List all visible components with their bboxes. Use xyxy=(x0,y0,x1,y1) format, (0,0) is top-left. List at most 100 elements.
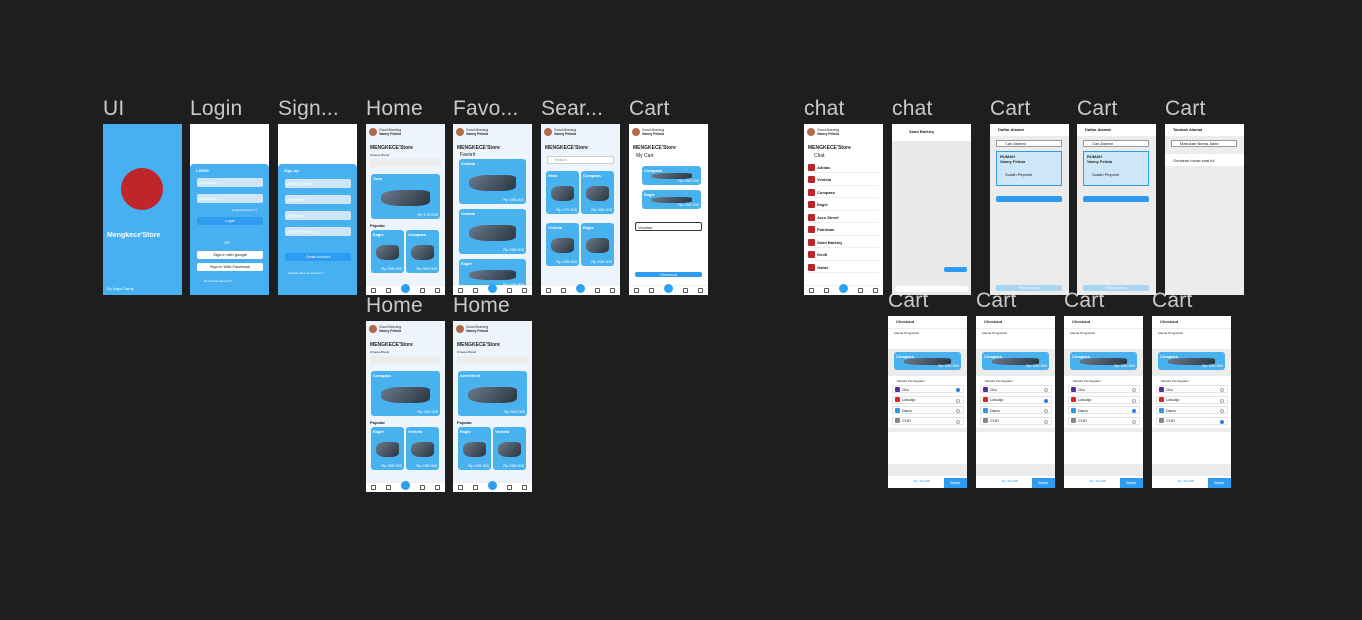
chat-row[interactable]: Aero Street xyxy=(808,212,879,223)
create-account-button[interactable]: Creat Account xyxy=(285,253,351,261)
payment-radio[interactable] xyxy=(956,398,960,403)
choose-address-button[interactable]: Pilih Alamat xyxy=(996,285,1062,291)
search-icon[interactable] xyxy=(664,283,673,293)
chat-row[interactable]: Geoff xyxy=(808,250,879,261)
choose-address-button[interactable]: Pilih Alamat xyxy=(1083,285,1149,291)
signup-field[interactable]: Password xyxy=(285,211,351,220)
chat-row[interactable]: Patrobas xyxy=(808,225,879,236)
payment-option[interactable]: LinkAja xyxy=(1156,395,1228,404)
signup-field[interactable]: Email Address xyxy=(285,179,351,188)
payment-radio[interactable] xyxy=(1044,398,1048,403)
bag-icon[interactable] xyxy=(507,288,512,293)
payment-radio[interactable] xyxy=(1044,419,1048,424)
voucher-input[interactable]: Voucher xyxy=(635,222,702,231)
chat-icon[interactable] xyxy=(610,288,615,293)
payment-option[interactable]: COD xyxy=(892,416,964,425)
home-icon[interactable] xyxy=(458,288,463,293)
payment-option[interactable]: Ovo xyxy=(1156,385,1228,393)
payment-option[interactable]: Ovo xyxy=(1068,385,1140,393)
pay-button[interactable]: Bayar xyxy=(1032,478,1055,488)
facebook-signin-button[interactable]: Sign-in With Facebook xyxy=(197,263,263,271)
payment-option[interactable]: LinkAja xyxy=(980,395,1052,404)
signup-field[interactable]: Username xyxy=(285,195,351,204)
payment-option[interactable]: LinkAja xyxy=(1068,395,1140,404)
chat-icon[interactable] xyxy=(873,288,878,293)
bag-icon[interactable] xyxy=(858,288,863,293)
payment-option[interactable]: Ovo xyxy=(980,385,1052,393)
address-search[interactable]: Cari Alamat xyxy=(1083,140,1149,147)
bag-icon[interactable] xyxy=(683,288,688,293)
add-address-button[interactable] xyxy=(1083,196,1149,202)
bag-icon[interactable] xyxy=(420,485,425,490)
featured-card[interactable]: AeroStreet Rp 300.000 xyxy=(458,371,527,416)
payment-option[interactable]: COD xyxy=(980,416,1052,425)
heart-icon[interactable] xyxy=(473,288,478,293)
cart-item[interactable]: Eagle Rp 205.000 xyxy=(642,190,701,209)
chat-row[interactable]: Eagle xyxy=(808,200,879,211)
bag-icon[interactable] xyxy=(507,485,512,490)
payment-radio[interactable] xyxy=(1044,409,1048,413)
payment-option[interactable]: Dana xyxy=(980,406,1052,414)
checkout-item[interactable]: Compass Rp 300.000 xyxy=(894,352,961,370)
home-icon[interactable] xyxy=(371,485,376,490)
google-signin-button[interactable]: Sign-in with google xyxy=(197,251,263,259)
search-icon[interactable] xyxy=(576,283,585,293)
heart-icon[interactable] xyxy=(386,288,391,293)
search-input[interactable]: Search xyxy=(547,156,614,164)
pay-button[interactable]: Bayar xyxy=(1120,478,1143,488)
chat-icon[interactable] xyxy=(435,485,440,490)
payment-option[interactable]: COD xyxy=(1156,416,1228,425)
pay-button[interactable]: Bayar xyxy=(944,478,967,488)
heart-icon[interactable] xyxy=(824,288,829,293)
chat-row[interactable]: Gabel xyxy=(808,262,879,273)
featured-card[interactable]: Compass Rp 300.000 xyxy=(371,371,440,416)
home-icon[interactable] xyxy=(546,288,551,293)
password-field[interactable]: Password xyxy=(197,194,263,203)
product-card[interactable]: Eagle Rp 205.000 xyxy=(458,427,491,470)
heart-icon[interactable] xyxy=(649,288,654,293)
use-current-location[interactable]: Gunakan lokasi saat ini xyxy=(1165,154,1244,166)
featured-card[interactable]: Vans Rp 170.000 xyxy=(371,174,440,219)
search-icon[interactable] xyxy=(839,283,848,293)
payment-radio[interactable] xyxy=(1132,388,1136,392)
payment-radio[interactable] xyxy=(1132,398,1136,403)
chat-icon[interactable] xyxy=(435,288,440,293)
chat-icon[interactable] xyxy=(522,288,527,293)
payment-radio[interactable] xyxy=(956,419,960,424)
bag-icon[interactable] xyxy=(420,288,425,293)
chat-row[interactable]: Saint Barkley xyxy=(808,237,879,248)
payment-option[interactable]: LinkAja xyxy=(892,395,964,404)
payment-radio[interactable] xyxy=(1220,388,1224,392)
product-card[interactable]: Eagle Rp 205.000 xyxy=(581,223,614,266)
search-icon[interactable] xyxy=(401,283,410,293)
chat-row[interactable]: Compass xyxy=(808,187,879,198)
search-icon[interactable] xyxy=(488,283,497,293)
chat-row[interactable]: Ventela xyxy=(808,175,879,186)
product-card[interactable]: Ventela Rp 255.000 xyxy=(493,427,526,470)
address-card[interactable]: RUMAH Vanny Felicia Sudah Pinpoint xyxy=(996,151,1062,186)
username-field[interactable]: Username xyxy=(197,178,263,187)
product-card[interactable]: Ventela Rp 255.000 xyxy=(546,223,579,266)
home-icon[interactable] xyxy=(458,485,463,490)
payment-radio[interactable] xyxy=(1220,419,1224,424)
product-card[interactable]: Eagle Rp 205.000 xyxy=(371,427,404,470)
search-icon[interactable] xyxy=(401,480,410,490)
home-icon[interactable] xyxy=(371,288,376,293)
street-search[interactable]: Masukan Nama Jalan xyxy=(1171,140,1237,147)
product-card[interactable]: Compass Rp 300.000 xyxy=(406,230,439,273)
product-card[interactable]: Ventela Rp 255.000 xyxy=(459,159,526,204)
payment-radio[interactable] xyxy=(1132,419,1136,424)
signup-field[interactable]: Repeat Password xyxy=(285,227,351,236)
payment-option[interactable]: COD xyxy=(1068,416,1140,425)
search-icon[interactable] xyxy=(488,480,497,490)
checkout-button[interactable]: Checkout xyxy=(635,272,702,277)
payment-radio[interactable] xyxy=(956,409,960,413)
payment-radio[interactable] xyxy=(1044,388,1048,392)
payment-option[interactable]: Dana xyxy=(1068,406,1140,414)
checkout-item[interactable]: Compass Rp 300.000 xyxy=(1070,352,1137,370)
payment-radio[interactable] xyxy=(1220,409,1224,413)
payment-radio[interactable] xyxy=(1132,409,1136,413)
checkout-item[interactable]: Compass Rp 300.000 xyxy=(982,352,1049,370)
payment-radio[interactable] xyxy=(956,388,960,392)
payment-option[interactable]: Dana xyxy=(1156,406,1228,414)
